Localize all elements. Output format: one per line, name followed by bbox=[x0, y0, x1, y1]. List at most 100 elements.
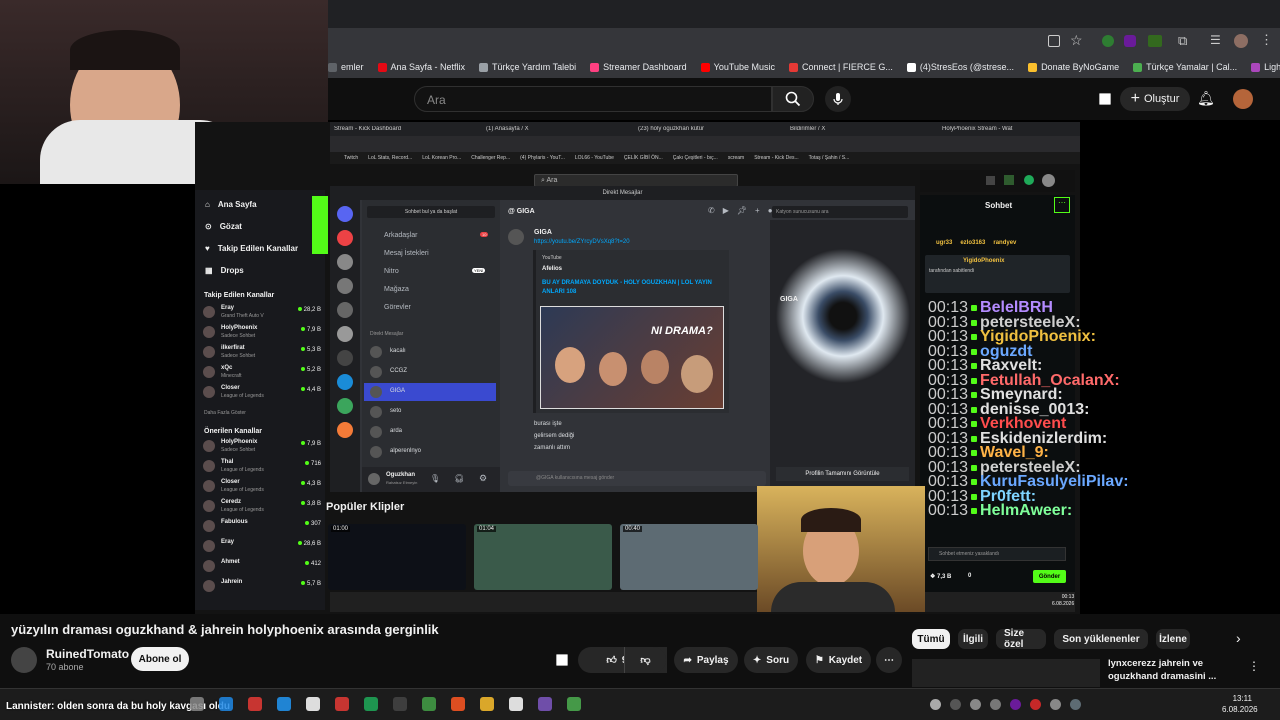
requests-badge: 10 bbox=[480, 232, 489, 237]
menu-icon[interactable]: ⋮ bbox=[1260, 32, 1273, 48]
channel-name: Jahrein bbox=[221, 579, 243, 585]
extensions-puzzle-icon[interactable]: ⧉ bbox=[1178, 33, 1187, 49]
viewer-count: 4,4 B bbox=[301, 387, 321, 393]
kick-accent-bar bbox=[312, 196, 328, 254]
chips-next-chevron-icon[interactable]: › bbox=[1236, 630, 1241, 646]
channel-avatar[interactable] bbox=[11, 647, 37, 673]
channel-row: Closer League of Legends 4,4 B bbox=[203, 384, 321, 403]
dislike-button[interactable]: 👎︎ bbox=[624, 647, 666, 673]
taskbar-app-icon[interactable] bbox=[364, 697, 378, 711]
discord-nav-item: Görevler bbox=[384, 304, 411, 311]
tray-icon[interactable] bbox=[1030, 699, 1041, 710]
bookmark-item[interactable]: Lightshot — Mac &... bbox=[1251, 62, 1280, 72]
taskbar-app-icon[interactable] bbox=[248, 697, 262, 711]
show-more-link: Daha Fazla Göster bbox=[204, 410, 246, 416]
viewer-count: 412 bbox=[305, 561, 321, 567]
extension-icon[interactable] bbox=[1102, 35, 1114, 47]
taskbar-app-icon[interactable] bbox=[567, 697, 581, 711]
more-actions-button[interactable]: ⋯ bbox=[876, 647, 902, 673]
clip-duration: 00:40 bbox=[623, 526, 643, 532]
taskbar-app-icon[interactable] bbox=[422, 697, 436, 711]
recommended-thumbnail[interactable] bbox=[912, 659, 1100, 687]
taskbar-app-icon[interactable] bbox=[538, 697, 552, 711]
badge-icon bbox=[971, 363, 978, 369]
subscribe-button[interactable]: Abone ol bbox=[131, 647, 189, 671]
bookmark-item[interactable]: emler bbox=[328, 62, 364, 72]
recommended-title[interactable]: lynxcerezz jahrein ve oguzkhand dramasin… bbox=[1108, 657, 1238, 683]
recommended-menu-icon[interactable]: ⋮ bbox=[1248, 659, 1260, 673]
bookmark-label: Ana Sayfa - Netflix bbox=[390, 62, 466, 72]
save-button[interactable]: ⚑ Kaydet bbox=[806, 647, 871, 673]
channel-avatar bbox=[203, 540, 215, 552]
dm-name: arda bbox=[390, 428, 403, 434]
channel-avatar bbox=[203, 580, 215, 592]
tray-icon[interactable] bbox=[1070, 699, 1081, 710]
nav-icon: ♥ bbox=[205, 244, 210, 253]
discord-nav-item: Nitro bbox=[384, 268, 399, 275]
taskbar-app-icon[interactable] bbox=[306, 697, 320, 711]
tray-icon[interactable] bbox=[970, 699, 981, 710]
voice-search-button[interactable] bbox=[825, 86, 851, 112]
tray-icon[interactable] bbox=[950, 699, 961, 710]
extension-icon[interactable] bbox=[1124, 35, 1136, 47]
send-button: Gönder bbox=[1033, 570, 1066, 583]
filter-chip[interactable]: İlgili bbox=[958, 629, 988, 649]
taskbar-app-icon[interactable] bbox=[277, 697, 291, 711]
tray-icon[interactable] bbox=[1010, 699, 1021, 710]
premium-badge-icon[interactable] bbox=[551, 649, 574, 672]
message-author: GIGA bbox=[534, 229, 552, 236]
profile-avatar[interactable] bbox=[1234, 34, 1248, 48]
filter-chip[interactable]: Tümü bbox=[912, 629, 950, 649]
channel-name[interactable]: RuinedTomato bbox=[46, 647, 129, 661]
tray-icon[interactable] bbox=[930, 699, 941, 710]
bookmark-item[interactable]: Donate ByNoGame bbox=[1028, 62, 1119, 72]
tray-icon[interactable] bbox=[1050, 699, 1061, 710]
bookmark-favicon-icon bbox=[1133, 62, 1143, 72]
channel-category: League of Legends bbox=[221, 393, 264, 399]
badge-icon bbox=[971, 319, 978, 326]
viewer-count: 5,7 B bbox=[301, 581, 321, 587]
bookmark-item[interactable]: YouTube Music bbox=[700, 62, 775, 72]
video-title: yüzyılın draması oguzkhand & jahrein hol… bbox=[11, 622, 439, 637]
dm-header: Direkt Mesajlar bbox=[370, 331, 404, 337]
system-clock[interactable]: 13:11 6.08.2026 bbox=[1222, 693, 1258, 715]
search-input[interactable]: Ara bbox=[414, 86, 772, 112]
viewer-count: 5,2 B bbox=[301, 367, 321, 373]
chat-title: Sohbet bbox=[985, 201, 1013, 210]
create-button[interactable]: + Oluştur bbox=[1120, 87, 1190, 111]
reading-list-icon[interactable]: ☰ bbox=[1210, 33, 1221, 47]
bookmark-item[interactable]: Ana Sayfa - Netflix bbox=[377, 62, 466, 72]
bookmark-item[interactable]: Türkçe Yardım Talebi bbox=[479, 62, 576, 72]
bookmark-label: Streamer Dashboard bbox=[603, 62, 687, 72]
inner-bookmark: scream bbox=[727, 155, 745, 161]
taskbar-app-icon[interactable] bbox=[219, 697, 233, 711]
ask-button[interactable]: ✦ Soru bbox=[744, 647, 798, 673]
filter-chip[interactable]: Size özel bbox=[996, 628, 1046, 650]
account-avatar[interactable] bbox=[1233, 89, 1253, 109]
bookmark-item[interactable]: Türkçe Yamalar | Cal... bbox=[1133, 62, 1237, 72]
tray-icon[interactable] bbox=[990, 699, 1001, 710]
taskbar-app-icon[interactable] bbox=[190, 697, 204, 711]
notifications-bell-icon[interactable]: 🔔︎ bbox=[1197, 90, 1215, 107]
share-button[interactable]: ➦ Paylaş bbox=[674, 647, 738, 673]
inner-tab: Stream - Kick Dashboard bbox=[334, 126, 402, 132]
taskbar-app-icon[interactable] bbox=[480, 697, 494, 711]
extension-icon[interactable] bbox=[1148, 35, 1162, 47]
share-icon: ➦ bbox=[683, 654, 692, 666]
taskbar-app-icon[interactable] bbox=[509, 697, 523, 711]
bookmark-item[interactable]: (4)StresEos (@strese... bbox=[906, 62, 1014, 72]
bookmark-item[interactable]: Connect | FIERCE G... bbox=[789, 62, 893, 72]
install-icon[interactable] bbox=[1048, 35, 1060, 47]
discord-nav-item: Mesaj İstekleri bbox=[384, 250, 429, 257]
taskbar-app-icon[interactable] bbox=[393, 697, 407, 711]
taskbar-app-icon[interactable] bbox=[335, 697, 349, 711]
filter-chip[interactable]: Son yüklenenler bbox=[1054, 629, 1148, 649]
filter-chip[interactable]: İzlene bbox=[1156, 629, 1190, 649]
bookmark-star-icon[interactable]: ☆ bbox=[1070, 32, 1083, 49]
search-button[interactable] bbox=[772, 86, 814, 112]
inner-tab: Bildirimler / X bbox=[790, 126, 826, 132]
nitro-badge: YENİ bbox=[472, 268, 486, 273]
bookmark-item[interactable]: Streamer Dashboard bbox=[590, 62, 687, 72]
taskbar-app-icon[interactable] bbox=[451, 697, 465, 711]
kick-nav-item: ⌂ Ana Sayfa bbox=[205, 200, 257, 209]
